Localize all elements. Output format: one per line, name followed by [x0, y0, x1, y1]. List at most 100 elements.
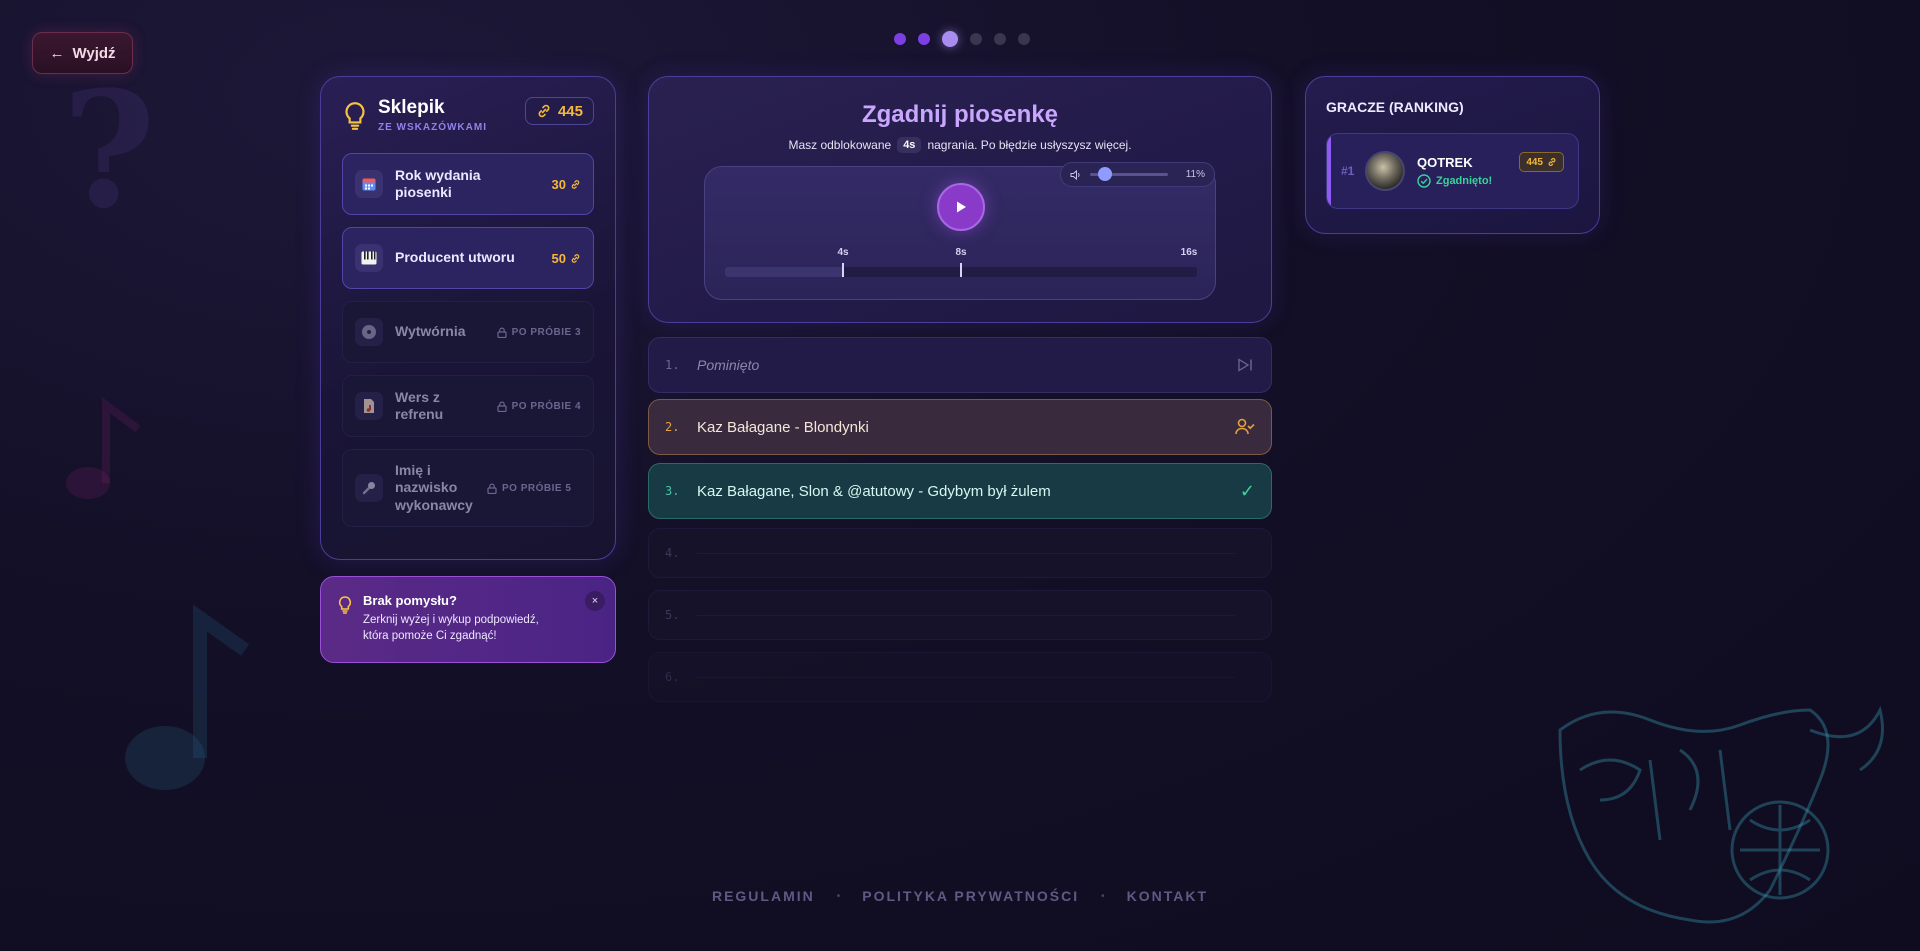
- volume-value: 11%: [1185, 169, 1205, 180]
- background-logo-graffiti: [1540, 690, 1900, 945]
- lightbulb-icon: [338, 596, 352, 614]
- hint-shop-panel: Sklepik ZE WSKAZÓWKAMI 445 Rok wydania p…: [320, 76, 616, 560]
- guess-number: 4.: [665, 546, 680, 560]
- guess-row-empty: 4.: [648, 528, 1272, 578]
- unlocked-segment: [725, 267, 843, 277]
- background-music-note-icon: [60, 395, 141, 510]
- avatar: [1365, 151, 1405, 191]
- footer-separator: •: [836, 890, 841, 902]
- background-music-note-icon: [120, 600, 250, 805]
- lock-icon: [496, 327, 507, 338]
- game-subtitle: Masz odblokowane 4s nagrania. Po błędzie…: [649, 137, 1271, 153]
- guess-text: Kaz Bałagane - Blondynki: [697, 418, 869, 436]
- rank-position: #1: [1341, 164, 1355, 178]
- coin-balance-badge: 445: [524, 97, 594, 125]
- ranking-title: GRACZE (RANKING): [1326, 99, 1464, 115]
- link-coin-icon: [1548, 158, 1556, 166]
- footer-link-privacy[interactable]: POLITYKA PRYWATNOŚCI: [862, 888, 1079, 904]
- guess-number: 2.: [665, 420, 680, 434]
- exit-label: Wyjdź: [72, 44, 116, 62]
- volume-slider[interactable]: [1090, 167, 1168, 181]
- shop-item-lock: PO PRÓBIE 5: [487, 483, 571, 494]
- shop-subtitle: ZE WSKAZÓWKAMI: [378, 122, 487, 133]
- players-ranking-panel: GRACZE (RANKING) #1 QOTREK Zgadnięto! 44…: [1305, 76, 1600, 234]
- guess-number: 6.: [665, 670, 680, 684]
- shop-item-lock: PO PRÓBIE 3: [496, 327, 581, 338]
- checkmark-icon: ✓: [1239, 480, 1255, 501]
- shop-item-label: Rok wydania piosenki: [395, 166, 481, 201]
- exit-button[interactable]: ← Wyjdź: [32, 32, 133, 74]
- footer-link-contact[interactable]: KONTAKT: [1127, 888, 1208, 904]
- link-coin-icon: [571, 179, 580, 189]
- guess-row-empty: 5.: [648, 590, 1272, 640]
- timeline-marker-label: 4s: [837, 247, 849, 258]
- microphone-icon: [355, 474, 383, 502]
- player-status: Zgadnięto!: [1417, 173, 1492, 188]
- playback-timeline[interactable]: 4s 8s 16s: [725, 247, 1197, 277]
- unlocked-seconds-chip: 4s: [897, 137, 922, 153]
- close-icon[interactable]: ×: [585, 591, 605, 611]
- hint-text: Zerknij wyżej i wykup podpowiedź, która …: [363, 614, 539, 643]
- progress-dot: [894, 33, 906, 45]
- vinyl-icon: [355, 318, 383, 346]
- subtitle-text: nagrania. Po błędzie usłyszysz więcej.: [927, 138, 1132, 152]
- timeline-marker-label: 8s: [955, 247, 967, 258]
- timeline-marker: [842, 263, 844, 277]
- lightbulb-icon: [345, 102, 365, 130]
- link-coin-icon: [571, 253, 580, 263]
- hint-title: Brak pomysłu?: [363, 593, 457, 608]
- ranking-player-card: #1 QOTREK Zgadnięto! 445: [1326, 133, 1579, 209]
- player-name: QOTREK: [1417, 154, 1473, 170]
- lock-icon: [496, 401, 507, 412]
- guess-text: Kaz Bałagane, Slon & @atutowy - Gdybym b…: [697, 482, 1051, 500]
- speaker-icon: [1070, 169, 1080, 180]
- shop-item-label: Imię i nazwisko wykonawcy: [395, 461, 473, 513]
- shop-item-label: Wytwórnia: [395, 323, 466, 340]
- coin-balance: 445: [557, 102, 583, 120]
- footer-links: REGULAMIN • POLITYKA PRYWATNOŚCI • KONTA…: [0, 888, 1920, 904]
- shop-item-label: Producent utworu: [395, 249, 515, 266]
- play-button[interactable]: [937, 183, 985, 231]
- guess-row-correct: 3. Kaz Bałagane, Slon & @atutowy - Gdyby…: [648, 463, 1272, 519]
- hint-card: Brak pomysłu? Zerknij wyżej i wykup podp…: [320, 576, 616, 663]
- timeline-marker: [960, 263, 962, 277]
- volume-control[interactable]: 11%: [1060, 162, 1215, 187]
- shop-item-producer[interactable]: Producent utworu 50: [342, 227, 594, 289]
- shop-item-label: Wers z refrenu: [395, 388, 444, 423]
- empty-guess-line: [697, 552, 1235, 554]
- guess-number: 3.: [665, 484, 680, 498]
- audio-player: 11% 4s 8s 16s: [704, 162, 1216, 300]
- shop-item-artist-name: Imię i nazwisko wykonawcy PO PRÓBIE 5: [342, 449, 594, 527]
- background-question-mark: ?: [62, 56, 156, 244]
- game-title: Zgadnij piosenkę: [861, 101, 1059, 128]
- progress-dot: [994, 33, 1006, 45]
- shop-item-chorus-line: Wers z refrenu PO PRÓBIE 4: [342, 375, 594, 437]
- footer-link-regulations[interactable]: REGULAMIN: [712, 888, 815, 904]
- shop-item-price: 50: [552, 251, 581, 266]
- piano-icon: [355, 244, 383, 272]
- progress-dot: [1018, 33, 1030, 45]
- shop-title: Sklepik: [378, 97, 445, 118]
- guess-number: 1.: [665, 358, 680, 372]
- guess-row-partial: 2. Kaz Bałagane - Blondynki: [648, 399, 1272, 455]
- play-icon: [957, 201, 966, 213]
- shop-item-release-year[interactable]: Rok wydania piosenki 30: [342, 153, 594, 215]
- check-circle-icon: [1417, 173, 1431, 188]
- shop-item-label-company: Wytwórnia PO PRÓBIE 3: [342, 301, 594, 363]
- progress-dot: [970, 33, 982, 45]
- guess-row-empty: 6.: [648, 652, 1272, 702]
- progress-dot: [918, 33, 930, 45]
- progress-dot-current: [942, 31, 958, 47]
- link-coin-icon: [538, 104, 550, 118]
- shop-header: Sklepik ZE WSKAZÓWKAMI 445: [342, 97, 594, 153]
- volume-slider-handle[interactable]: [1097, 167, 1112, 181]
- subtitle-text: Masz odblokowane: [788, 138, 892, 152]
- guess-text: Pominięto: [697, 357, 760, 373]
- user-check-icon: [1235, 418, 1255, 436]
- empty-guess-line: [697, 676, 1235, 678]
- guess-song-card: Zgadnij piosenkę Masz odblokowane 4s nag…: [648, 76, 1272, 323]
- skip-icon: [1237, 358, 1255, 372]
- lock-icon: [487, 483, 497, 494]
- timeline-marker-label: 16s: [1180, 247, 1198, 258]
- player-score-badge: 445: [1519, 152, 1564, 172]
